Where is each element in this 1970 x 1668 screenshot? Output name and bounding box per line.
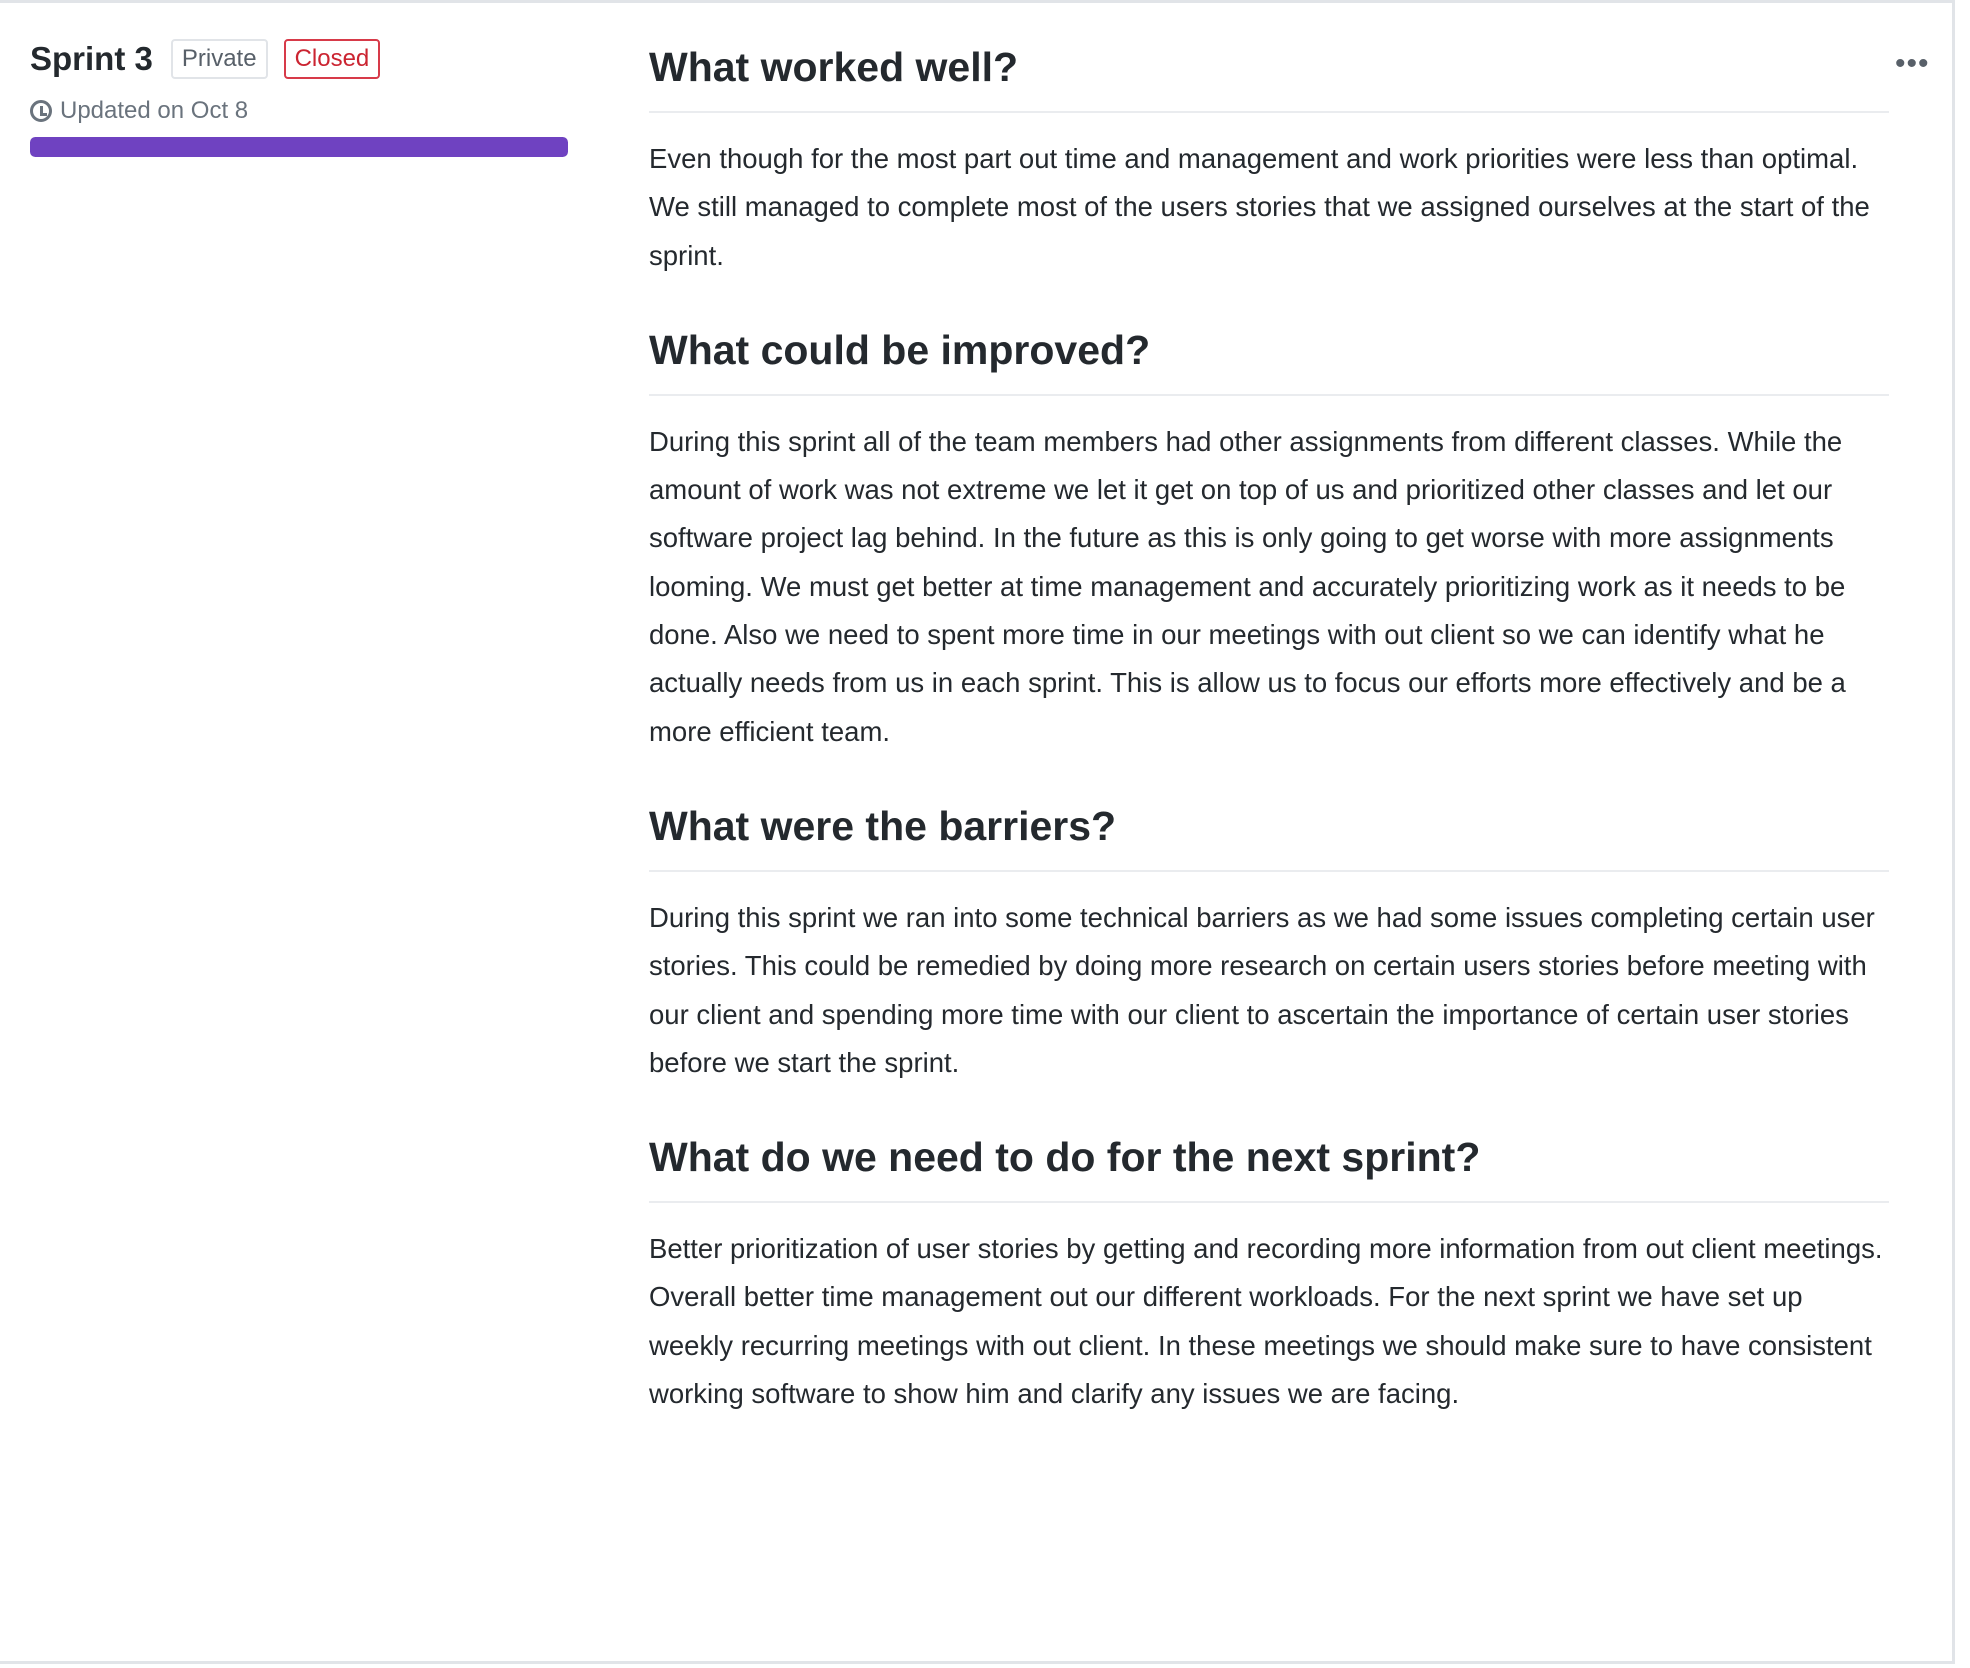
kebab-horizontal-icon[interactable]: •••	[1895, 49, 1930, 79]
progress-bar-fill	[30, 137, 568, 157]
closed-status-badge: Closed	[283, 39, 381, 79]
updated-info: Updated on Oct 8	[30, 97, 570, 125]
section-heading: What could be improved?	[649, 322, 1889, 396]
clock-icon	[30, 100, 52, 122]
section-body: During this sprint we ran into some tech…	[649, 901, 1875, 1078]
milestone-title[interactable]: Sprint 3	[30, 40, 153, 78]
section-body: During this sprint all of the team membe…	[649, 425, 1846, 747]
milestone-description: What worked well? Even though for the mo…	[649, 39, 1889, 1460]
section-body: Better prioritization of user stories by…	[649, 1233, 1883, 1410]
title-row: Sprint 3 Private Closed	[30, 39, 570, 79]
section-heading: What do we need to do for the next sprin…	[649, 1129, 1889, 1204]
section-body: Even though for the most part out time a…	[649, 143, 1870, 271]
updated-text: Updated on Oct 8	[60, 97, 249, 124]
milestone-sidebar: Sprint 3 Private Closed Updated on Oct 8	[30, 39, 570, 157]
private-badge: Private	[170, 39, 268, 79]
progress-bar	[30, 137, 568, 157]
milestone-panel: Sprint 3 Private Closed Updated on Oct 8…	[0, 0, 1955, 1664]
section-heading: What were the barriers?	[649, 798, 1889, 872]
section-heading: What worked well?	[649, 39, 1889, 113]
